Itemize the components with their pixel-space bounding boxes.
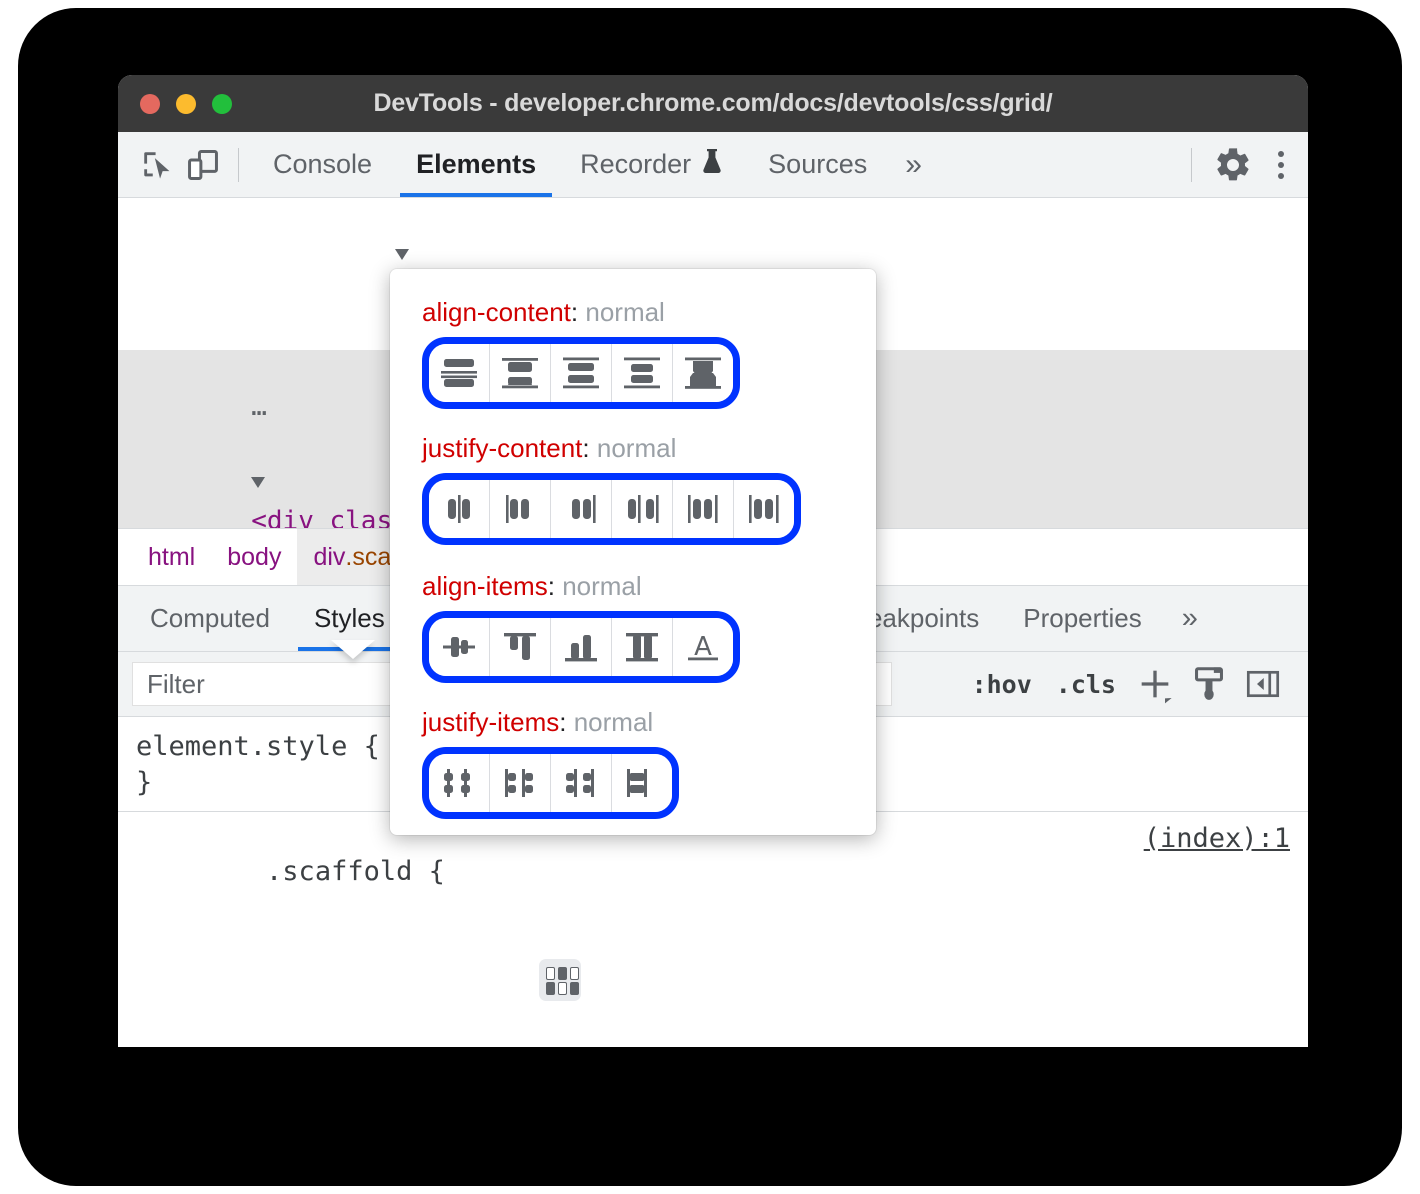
expand-triangle-icon[interactable] <box>395 249 409 260</box>
expand-triangle-icon[interactable] <box>251 477 265 488</box>
tab-elements-label: Elements <box>416 149 536 180</box>
tab-sources-label: Sources <box>768 149 867 180</box>
toolbar-right-actions <box>1183 142 1308 188</box>
align-items-stretch-icon[interactable] <box>612 618 673 676</box>
align-items-end-icon[interactable] <box>551 618 612 676</box>
align-items-colon: : <box>548 571 555 601</box>
align-content-group: align-content: normal <box>390 269 876 409</box>
justify-items-start-icon[interactable] <box>490 754 551 812</box>
gear-icon[interactable] <box>1210 142 1256 188</box>
declaration-display[interactable]: display: grid; <box>118 924 1308 1047</box>
breadcrumb-item-html[interactable]: html <box>132 529 211 585</box>
justify-content-property-name: justify-content <box>422 433 582 463</box>
justify-content-space-between-icon[interactable] <box>612 480 673 538</box>
align-items-start-icon[interactable] <box>490 618 551 676</box>
collapse-sidebar-icon[interactable] <box>1236 666 1290 702</box>
align-content-space-between-icon[interactable] <box>612 344 673 402</box>
more-tabs-button[interactable]: » <box>889 150 938 180</box>
justify-content-colon: : <box>582 433 589 463</box>
tab-sources[interactable]: Sources <box>746 132 889 197</box>
window-titlebar: DevTools - developer.chrome.com/docs/dev… <box>118 75 1308 132</box>
justify-content-space-evenly-icon[interactable] <box>734 480 794 538</box>
align-content-property-name: align-content <box>422 297 571 327</box>
justify-items-end-icon[interactable] <box>551 754 612 812</box>
hover-state-button[interactable]: :hov <box>960 670 1044 699</box>
grid-alignment-popup[interactable]: align-content: normal <box>390 269 876 835</box>
breadcrumb-label: body <box>227 543 281 572</box>
align-items-baseline-icon[interactable]: A <box>673 618 733 676</box>
justify-content-center-icon[interactable] <box>429 480 490 538</box>
justify-items-group: justify-items: normal <box>390 683 876 819</box>
tab-recorder[interactable]: Recorder <box>558 132 746 197</box>
tab-console[interactable]: Console <box>251 132 394 197</box>
align-items-buttons[interactable]: A <box>422 611 740 683</box>
kebab-menu-icon[interactable] <box>1278 151 1284 179</box>
align-items-property-name: align-items <box>422 571 548 601</box>
plus-icon[interactable] <box>1128 664 1182 704</box>
breadcrumb-item-body[interactable]: body <box>211 529 297 585</box>
device-toolbar-icon[interactable] <box>180 142 226 188</box>
align-items-group: align-items: normal <box>390 545 876 683</box>
justify-items-label: justify-items: normal <box>422 707 876 738</box>
more-pane-tabs-button[interactable]: » <box>1164 602 1216 635</box>
tab-computed[interactable]: Computed <box>128 586 292 651</box>
paintbrush-icon[interactable] <box>1182 666 1236 702</box>
breadcrumb-label: html <box>148 543 195 572</box>
justify-content-value: normal <box>597 433 676 463</box>
align-content-label: align-content: normal <box>422 297 876 328</box>
devtools-toolbar: Console Elements Recorder Sources » <box>118 132 1308 198</box>
screenshot-root: DevTools - developer.chrome.com/docs/dev… <box>0 0 1420 1194</box>
truncation-dots: … <box>251 392 269 422</box>
align-content-start-icon[interactable] <box>429 344 490 402</box>
tab-computed-label: Computed <box>150 603 270 634</box>
align-items-label: align-items: normal <box>422 571 876 602</box>
justify-content-end-icon[interactable] <box>551 480 612 538</box>
stylesheet-source-link[interactable]: (index):1 <box>1144 821 1290 856</box>
tab-elements[interactable]: Elements <box>394 132 558 197</box>
tab-properties[interactable]: Properties <box>1001 586 1164 651</box>
align-content-center-icon[interactable] <box>490 344 551 402</box>
align-content-value: normal <box>585 297 664 327</box>
justify-content-space-around-icon[interactable] <box>673 480 734 538</box>
tab-styles-label: Styles <box>314 603 385 634</box>
align-content-end-icon[interactable] <box>551 344 612 402</box>
inspect-element-icon[interactable] <box>134 142 180 188</box>
justify-items-buttons[interactable] <box>422 747 679 819</box>
justify-items-property-name: justify-items <box>422 707 559 737</box>
grid-editor-icon[interactable] <box>539 959 581 1001</box>
experiment-flask-icon <box>700 147 724 182</box>
panel-tabs: Console Elements Recorder Sources » <box>251 132 938 197</box>
justify-content-label: justify-content: normal <box>422 433 876 464</box>
justify-items-colon: : <box>559 707 566 737</box>
justify-content-buttons[interactable] <box>422 473 801 545</box>
justify-items-stretch-icon[interactable] <box>612 754 672 812</box>
tab-properties-label: Properties <box>1023 603 1142 634</box>
rule-selector-text: .scaffold { <box>266 856 445 887</box>
justify-content-group: justify-content: normal <box>390 409 876 545</box>
align-content-space-around-icon[interactable] <box>673 344 733 402</box>
align-content-buttons[interactable] <box>422 337 740 409</box>
align-content-colon: : <box>571 297 578 327</box>
justify-items-center-icon[interactable] <box>429 754 490 812</box>
element-classes-button[interactable]: .cls <box>1044 670 1128 699</box>
styles-actions: :hov .cls <box>960 664 1308 704</box>
window-title: DevTools - developer.chrome.com/docs/dev… <box>118 89 1308 118</box>
toolbar-divider-right <box>1191 148 1192 182</box>
tab-recorder-label: Recorder <box>580 149 691 180</box>
justify-items-value: normal <box>574 707 653 737</box>
toolbar-divider <box>238 148 239 182</box>
breadcrumb-tag: div <box>313 543 345 572</box>
align-items-center-icon[interactable] <box>429 618 490 676</box>
scaffold-rule[interactable]: (index):1 .scaffold { display: grid; hei… <box>118 811 1308 1047</box>
devtools-window: DevTools - developer.chrome.com/docs/dev… <box>118 75 1308 1047</box>
tab-console-label: Console <box>273 149 372 180</box>
justify-content-start-icon[interactable] <box>490 480 551 538</box>
align-items-value: normal <box>562 571 641 601</box>
popup-arrow <box>331 640 375 659</box>
